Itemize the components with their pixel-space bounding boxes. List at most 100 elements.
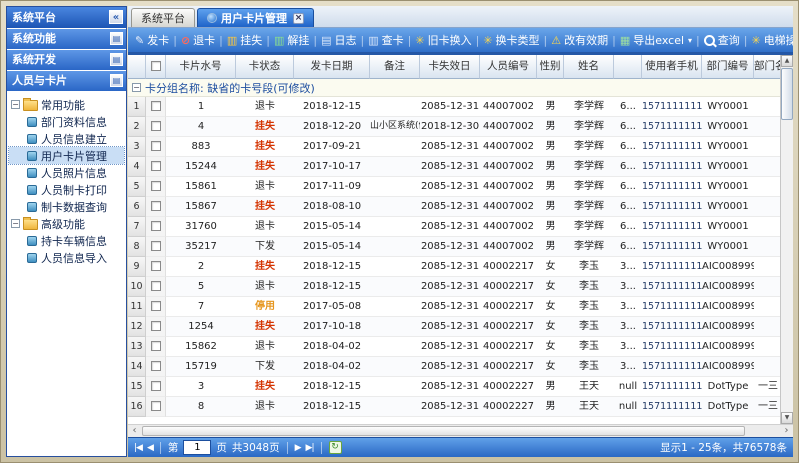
toolbar-button[interactable]: ⊘退卡 (180, 32, 216, 48)
row-checkbox[interactable] (151, 321, 161, 331)
table-row[interactable]: 835217下发2015-05-142085-12-3144007002男李学辉… (128, 237, 780, 257)
vertical-scroll-thumb[interactable] (781, 68, 793, 120)
row-checkbox[interactable] (151, 301, 161, 311)
tab-close-icon[interactable]: × (293, 13, 304, 24)
table-row[interactable]: 24挂失2018-12-20山小区系统(例)2018-12-3044007002… (128, 117, 780, 137)
horizontal-scroll-thumb[interactable] (142, 426, 745, 436)
tree-item[interactable]: 部门资料信息 (9, 113, 124, 130)
expand-icon[interactable]: − (11, 219, 20, 228)
tree-item[interactable]: 制卡数据查询 (9, 198, 124, 215)
column-header[interactable]: 使用者手机 (642, 55, 702, 79)
scroll-down-icon[interactable]: ▼ (781, 412, 793, 424)
column-header[interactable] (614, 55, 642, 79)
column-header[interactable]: 部门编号 (702, 55, 754, 79)
toolbar-button[interactable]: ▥查卡 (367, 32, 404, 48)
tree-item[interactable]: 用户卡片管理 (9, 147, 124, 164)
table-row[interactable]: 92挂失2018-12-152085-12-3140002217女李玉3...1… (128, 257, 780, 277)
last-page-button[interactable]: ▶| (306, 443, 314, 453)
section-collapse-icon[interactable]: ▤ (110, 53, 123, 66)
table-row[interactable]: 11退卡2018-12-152085-12-3144007002男李学辉6...… (128, 97, 780, 117)
table-row[interactable]: 121254挂失2017-10-182085-12-3140002217女李玉3… (128, 317, 780, 337)
column-header[interactable]: 部门名 (754, 55, 782, 79)
horizontal-scrollbar[interactable]: ‹ › (128, 424, 793, 437)
table-row[interactable]: 1415719下发2018-04-022085-12-3140002217女李玉… (128, 357, 780, 377)
row-checkbox[interactable] (151, 141, 161, 151)
page-input[interactable] (183, 440, 211, 455)
table-row[interactable]: 105退卡2018-12-152085-12-3140002217女李玉3...… (128, 277, 780, 297)
toolbar-button[interactable]: ▥解挂 (273, 32, 310, 48)
row-checkbox[interactable] (151, 201, 161, 211)
row-checkbox[interactable] (151, 121, 161, 131)
tab-1[interactable]: 用户卡片管理× (197, 8, 314, 27)
sidebar-section-0[interactable]: 系统功能▤ (7, 29, 126, 49)
cell-dept_name (754, 337, 780, 357)
toolbar-button[interactable]: 查询 (703, 32, 741, 48)
column-header[interactable] (146, 55, 166, 79)
row-checkbox[interactable] (151, 281, 161, 291)
row-checkbox[interactable] (151, 401, 161, 411)
row-checkbox[interactable] (151, 381, 161, 391)
toolbar-button[interactable]: ✎发卡 (134, 32, 170, 48)
header-checkbox[interactable] (151, 61, 161, 71)
vertical-scrollbar[interactable]: ▲ ▼ (780, 55, 793, 424)
table-row[interactable]: 3883挂失2017-09-212085-12-3144007002男李学辉6.… (128, 137, 780, 157)
table-row[interactable]: 415244挂失2017-10-172085-12-3144007002男李学辉… (128, 157, 780, 177)
column-header[interactable]: 卡片水号 (166, 55, 236, 79)
next-page-button[interactable]: ▶ (295, 443, 301, 453)
toolbar-button[interactable]: ▥挂失 (226, 32, 263, 48)
group-row[interactable]: − 卡分组名称: 缺省的卡号段(可修改) (128, 79, 780, 97)
row-checkbox[interactable] (151, 241, 161, 251)
tree-item[interactable]: 人员制卡打印 (9, 181, 124, 198)
toolbar-button[interactable]: ✳电梯操作▾ (750, 32, 793, 48)
sidebar-section-2[interactable]: 人员与卡片▤ (7, 71, 126, 91)
table-row[interactable]: 615867挂失2018-08-102085-12-3144007002男李学辉… (128, 197, 780, 217)
row-checkbox[interactable] (151, 161, 161, 171)
table-row[interactable]: 168退卡2018-12-152085-12-3140002227男王天null… (128, 397, 780, 417)
scroll-up-icon[interactable]: ▲ (781, 55, 793, 67)
column-header[interactable] (128, 55, 146, 79)
tree-folder[interactable]: −常用功能 (9, 96, 124, 113)
toolbar-button[interactable]: ✳换卡类型 (482, 32, 540, 48)
toolbar-button[interactable]: ▤日志 (320, 32, 357, 48)
sidebar-section-1[interactable]: 系统开发▤ (7, 50, 126, 70)
row-checkbox[interactable] (151, 181, 161, 191)
column-header[interactable]: 发卡日期 (294, 55, 370, 79)
row-checkbox[interactable] (151, 221, 161, 231)
cell-status: 退卡 (236, 277, 294, 297)
toolbar-button[interactable]: ⚠改有效期 (550, 32, 609, 48)
group-collapse-icon[interactable]: − (132, 83, 141, 92)
toolbar-button[interactable]: ✳旧卡换入 (414, 32, 472, 48)
toolbar-button[interactable]: ▦导出excel▾ (619, 32, 693, 48)
sidebar-collapse-icon[interactable]: « (109, 10, 123, 24)
section-collapse-icon[interactable]: ▤ (110, 32, 123, 45)
table-row[interactable]: 117停用2017-05-082085-12-3140002217女李玉3...… (128, 297, 780, 317)
tree-item[interactable]: 持卡车辆信息 (9, 232, 124, 249)
row-checkbox[interactable] (151, 361, 161, 371)
scroll-left-icon[interactable]: ‹ (128, 425, 141, 437)
row-checkbox[interactable] (151, 341, 161, 351)
table-row[interactable]: 153挂失2018-12-152085-12-3140002227男王天null… (128, 377, 780, 397)
column-header[interactable]: 性别 (537, 55, 564, 79)
refresh-icon[interactable]: ↻ (329, 441, 342, 454)
column-header[interactable]: 卡状态 (236, 55, 294, 79)
column-header[interactable]: 卡失效日 (420, 55, 480, 79)
scroll-right-icon[interactable]: › (780, 425, 793, 437)
prev-page-button[interactable]: ◀ (147, 443, 153, 453)
table-row[interactable]: 1315862退卡2018-04-022085-12-3140002217女李玉… (128, 337, 780, 357)
expand-icon[interactable]: − (11, 100, 20, 109)
tree-folder[interactable]: −高级功能 (9, 215, 124, 232)
cell-phone: 15711111111 (642, 277, 702, 297)
tree-item[interactable]: 人员信息建立 (9, 130, 124, 147)
table-row[interactable]: 731760退卡2015-05-142085-12-3144007002男李学辉… (128, 217, 780, 237)
tree-item[interactable]: 人员信息导入 (9, 249, 124, 266)
row-checkbox[interactable] (151, 101, 161, 111)
first-page-button[interactable]: |◀ (134, 443, 142, 453)
tree-item[interactable]: 人员照片信息 (9, 164, 124, 181)
column-header[interactable]: 姓名 (564, 55, 614, 79)
column-header[interactable]: 备注 (370, 55, 420, 79)
row-checkbox[interactable] (151, 261, 161, 271)
column-header[interactable]: 人员编号 (480, 55, 537, 79)
tab-0[interactable]: 系统平台 (131, 8, 195, 27)
section-collapse-icon[interactable]: ▤ (110, 74, 123, 87)
table-row[interactable]: 515861退卡2017-11-092085-12-3144007002男李学辉… (128, 177, 780, 197)
